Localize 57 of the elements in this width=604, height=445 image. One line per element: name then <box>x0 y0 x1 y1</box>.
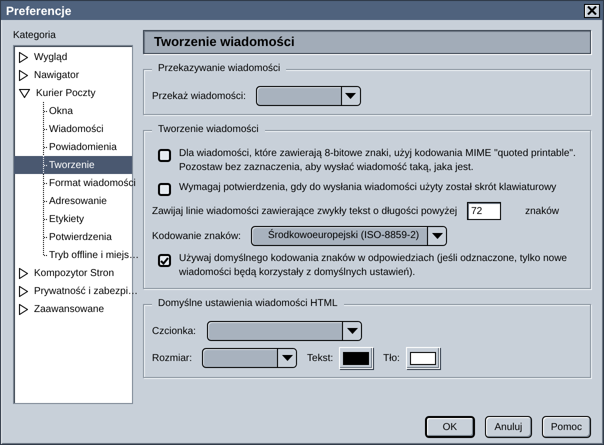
tree-item[interactable]: Kompozytor Stron <box>33 268 116 278</box>
color-button[interactable] <box>339 347 374 369</box>
expand-triangle-icon[interactable] <box>19 268 28 278</box>
tree-item[interactable]: Tryb offline i miejs… <box>48 250 140 260</box>
caret-icon <box>345 93 356 99</box>
unit-label: znaków <box>525 206 560 216</box>
tree-item[interactable]: Powiadomienia <box>48 142 118 152</box>
caret-icon <box>346 328 358 334</box>
sidebar-label: Kategoria <box>13 30 57 41</box>
field-label: Czcionka: <box>152 326 197 336</box>
checkbox-label: Dla wiadomości, które zawierają 8-bitowe znaki, użyj kodowania MIME "quoted printable". Pozostaw bez zaznaczenia, aby wysłać wiadomość taką, jaka jest. <box>179 147 577 175</box>
expand-triangle-icon[interactable] <box>19 304 28 314</box>
check-icon <box>160 256 169 264</box>
expand-triangle-icon[interactable] <box>19 286 28 296</box>
tree-item[interactable]: Wiadomości <box>48 124 104 134</box>
expand-triangle-icon[interactable] <box>19 52 28 62</box>
dialog-button[interactable]: OK <box>424 416 475 438</box>
field-label: Tekst: <box>307 352 334 364</box>
field-label: Tło: <box>383 352 400 364</box>
checkbox-label: Używaj domyślnego kodowania znaków w odpowiedziach (jeśli odznaczone, tylko nowe wiadomości będą korzystały z domyślnych ustawień). <box>179 252 568 280</box>
tree-item[interactable]: Prywatność i zabezpi… <box>33 286 139 296</box>
caret-icon <box>432 233 443 239</box>
checkbox[interactable] <box>158 149 171 162</box>
checkbox[interactable] <box>158 183 171 196</box>
close-button[interactable] <box>584 4 600 18</box>
tree-item[interactable]: Etykiety <box>48 214 86 224</box>
tree-item[interactable]: Zaawansowane <box>33 304 106 314</box>
dropdown[interactable] <box>256 86 361 106</box>
color-button[interactable] <box>406 347 440 369</box>
tree-item[interactable]: Adresowanie <box>48 196 108 206</box>
checkbox[interactable] <box>158 254 171 267</box>
expand-triangle-icon[interactable] <box>19 70 28 80</box>
dropdown[interactable] <box>207 321 362 341</box>
number-field[interactable]: 72 <box>467 202 502 220</box>
tree-item[interactable]: Format wiadomości <box>48 178 137 188</box>
tree-item[interactable]: Kurier Poczty <box>35 88 96 98</box>
dropdown[interactable]: Środkowoeuropejski (ISO-8859-2) <box>250 226 448 246</box>
dialog-button[interactable]: Pomoc <box>542 416 591 438</box>
tree-item[interactable]: Potwierdzenia <box>48 232 113 242</box>
caret-icon <box>282 355 293 361</box>
field-label: Zawijaj linie wiadomości zawierające zwykły tekst o długości powyżej <box>152 206 458 216</box>
close-icon <box>587 6 597 15</box>
tree-item[interactable]: Okna <box>48 106 74 116</box>
field-label: Kodowanie znaków: <box>152 230 241 242</box>
field-label: Przekaż wiadomości: <box>152 90 246 102</box>
panel-header: Tworzenie wiadomości <box>143 30 591 54</box>
group-title: Tworzenie wiadomości <box>152 124 265 135</box>
field-label: Rozmiar: <box>152 352 192 364</box>
tree-item[interactable]: Wygląd <box>33 52 68 62</box>
window-title: Preferencje <box>6 4 72 18</box>
group-title: Przekazywanie wiadomości <box>152 63 286 74</box>
tree-item[interactable]: Nawigator <box>33 70 80 80</box>
dropdown[interactable] <box>202 348 298 368</box>
group-title: Domyślne ustawienia wiadomości HTML <box>152 298 344 309</box>
collapse-triangle-icon[interactable] <box>19 88 30 98</box>
checkbox-label: Wymagaj potwierdzenia, gdy do wysłania wiadomości użyty został skrót klawiaturowy <box>179 181 556 195</box>
dialog-button[interactable]: Anuluj <box>484 416 532 438</box>
